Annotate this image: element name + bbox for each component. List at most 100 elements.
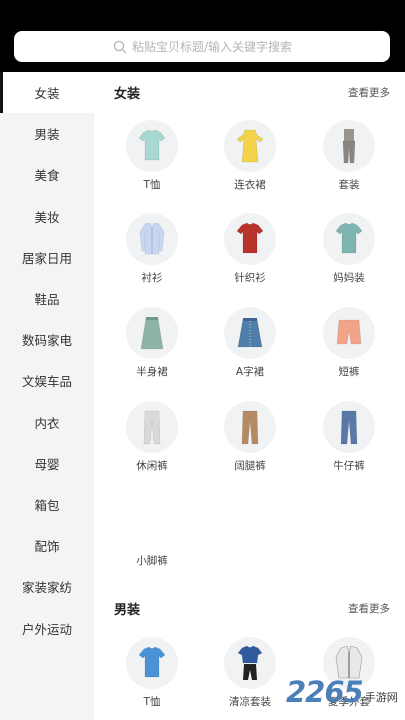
sidebar-item[interactable]: 内衣 — [0, 402, 94, 443]
sidebar-item-label: 鞋品 — [34, 292, 60, 308]
category-content: 女装 查看更多 男装 查看更多 T恤 连衣裙 套装衬衫 针织衫 妈妈装半身裙 A字裙 短裤休… — [94, 72, 405, 720]
category-item[interactable]: 半身裙 — [112, 307, 192, 379]
sidebar-item-label: 美食 — [34, 168, 60, 184]
section-header-men: 男装 查看更多 — [114, 597, 390, 619]
category-item[interactable]: T恤 — [112, 120, 192, 192]
category-label: 阔腿裤 — [234, 460, 266, 472]
section-header-women: 女装 查看更多 — [114, 81, 390, 103]
sidebar-item[interactable]: 箱包 — [0, 484, 94, 525]
sidebar-item[interactable]: 男装 — [0, 113, 94, 154]
sidebar-item[interactable]: 家装家纺 — [0, 566, 94, 607]
category-item[interactable]: 小脚裤 — [112, 496, 192, 568]
sidebar-item-label: 居家日用 — [21, 250, 72, 266]
category-sidebar: 女装男装美食美妆居家日用鞋品数码家电文娱车品内衣母婴箱包配饰家装家纺户外运动 — [0, 72, 94, 720]
category-label: A字裙 — [235, 366, 265, 378]
jeans-icon — [340, 410, 358, 445]
category-label: T恤 — [143, 179, 161, 191]
watermark-text: 手游网 — [364, 691, 398, 704]
category-label: 休闲裤 — [136, 460, 168, 472]
category-item[interactable]: T恤 — [112, 637, 192, 709]
search-bar[interactable]: 粘贴宝贝标题/输入关键字搜索 — [14, 31, 390, 62]
category-item[interactable]: 阔腿裤 — [210, 401, 290, 473]
view-more-link[interactable]: 查看更多 — [348, 85, 390, 100]
site-watermark: 2265 手游网 — [286, 668, 404, 716]
category-thumb — [323, 307, 375, 359]
category-item[interactable]: 清凉套装 — [210, 637, 290, 709]
sidebar-item[interactable]: 户外运动 — [0, 607, 94, 648]
category-thumb — [224, 401, 276, 453]
sidebar-item-label: 配饰 — [34, 539, 60, 555]
category-item[interactable]: 休闲裤 — [112, 401, 192, 473]
sidebar-item-label: 箱包 — [34, 497, 60, 513]
category-thumb — [224, 307, 276, 359]
sidebar-item[interactable]: 文娱车品 — [0, 360, 94, 401]
category-label: 半身裙 — [136, 366, 168, 378]
category-label: 连衣裙 — [234, 179, 266, 191]
category-item[interactable]: 衬衫 — [112, 213, 192, 285]
category-thumb — [126, 307, 178, 359]
shirt-icon — [139, 222, 165, 255]
sidebar-item[interactable]: 母婴 — [0, 443, 94, 484]
sidebar-item-label: 母婴 — [34, 456, 60, 472]
watermark-number: 2265 — [286, 675, 364, 709]
men-tshirt-icon — [138, 646, 166, 678]
category-thumb — [126, 401, 178, 453]
category-thumb — [224, 120, 276, 172]
category-item[interactable]: 针织衫 — [210, 213, 290, 285]
top-bar: 粘贴宝贝标题/输入关键字搜索 — [0, 0, 405, 72]
sidebar-item-label: 美妆 — [34, 209, 60, 225]
category-label: 小脚裤 — [136, 555, 168, 567]
sidebar-item-label: 文娱车品 — [21, 374, 72, 390]
skirt-icon — [140, 317, 164, 350]
sidebar-item[interactable]: 居家日用 — [0, 237, 94, 278]
sidebar-item[interactable]: 美食 — [0, 154, 94, 195]
section-title: 女装 — [114, 86, 141, 102]
sidebar-item[interactable]: 美妆 — [0, 196, 94, 237]
category-thumb — [323, 213, 375, 265]
category-thumb — [323, 401, 375, 453]
sidebar-item[interactable]: 数码家电 — [0, 319, 94, 360]
category-label: 妈妈装 — [333, 272, 365, 284]
category-label: 牛仔裤 — [333, 460, 365, 472]
category-thumb — [126, 637, 178, 689]
sidebar-item-label: 内衣 — [34, 415, 60, 431]
shorts-icon — [336, 319, 362, 345]
category-label: T恤 — [143, 696, 161, 708]
sidebar-item-label: 家装家纺 — [21, 580, 72, 596]
section-title: 男装 — [114, 602, 141, 618]
category-item[interactable]: A字裙 — [210, 307, 290, 379]
a-skirt-icon — [237, 318, 263, 348]
search-placeholder: 粘贴宝贝标题/输入关键字搜索 — [131, 40, 293, 54]
sidebar-item-label: 数码家电 — [21, 333, 72, 349]
category-label: 针织衫 — [234, 272, 266, 284]
category-item[interactable]: 妈妈装 — [309, 213, 389, 285]
men-set-icon — [237, 645, 263, 680]
dress-icon — [236, 129, 264, 163]
mom-top-icon — [335, 222, 363, 254]
category-label: 套装 — [338, 179, 360, 191]
category-label: 衬衫 — [141, 272, 163, 284]
category-item[interactable]: 连衣裙 — [210, 120, 290, 192]
view-more-link[interactable]: 查看更多 — [348, 601, 390, 616]
category-thumb-blank — [112, 496, 192, 548]
category-item[interactable]: 牛仔裤 — [309, 401, 389, 473]
category-label: 清凉套装 — [229, 696, 271, 708]
suit-icon — [342, 129, 356, 164]
sidebar-item[interactable]: 鞋品 — [0, 278, 94, 319]
wide-pants-icon — [241, 410, 259, 445]
category-thumb — [224, 637, 276, 689]
tshirt-icon — [138, 129, 166, 161]
category-label: 短裤 — [338, 366, 360, 378]
category-thumb — [126, 120, 178, 172]
category-thumb — [323, 120, 375, 172]
search-icon — [113, 40, 127, 53]
category-thumb — [224, 213, 276, 265]
casual-pants-icon — [143, 410, 161, 445]
sidebar-item[interactable]: 配饰 — [0, 525, 94, 566]
sidebar-item[interactable]: 女装 — [0, 72, 94, 114]
category-item[interactable]: 短裤 — [309, 307, 389, 379]
sidebar-item-label: 女装 — [34, 86, 60, 102]
sidebar-item-label: 户外运动 — [21, 621, 72, 637]
category-item[interactable]: 套装 — [309, 120, 389, 192]
knit-icon — [236, 222, 264, 254]
